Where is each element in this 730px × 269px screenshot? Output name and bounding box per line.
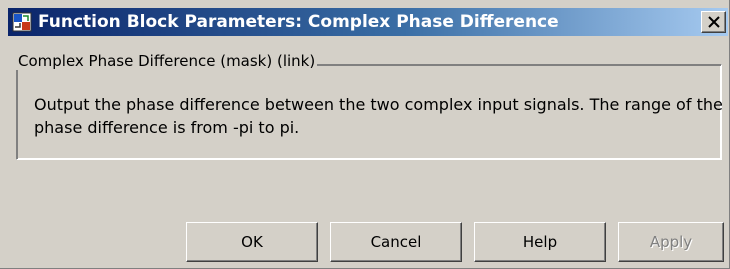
simulink-block-icon <box>11 11 33 33</box>
cancel-button[interactable]: Cancel <box>330 222 462 262</box>
window-title: Function Block Parameters: Complex Phase… <box>38 12 559 32</box>
close-icon <box>707 13 720 32</box>
ok-button[interactable]: OK <box>186 222 318 262</box>
close-button[interactable] <box>701 11 726 33</box>
title-bar[interactable]: Function Block Parameters: Complex Phase… <box>8 8 728 36</box>
help-button[interactable]: Help <box>474 222 606 262</box>
dialog-window: Function Block Parameters: Complex Phase… <box>0 0 730 269</box>
block-description: Output the phase difference between the … <box>34 95 723 137</box>
apply-button[interactable]: Apply <box>618 222 724 262</box>
groupbox-legend: Complex Phase Difference (mask) (link) <box>16 52 318 70</box>
